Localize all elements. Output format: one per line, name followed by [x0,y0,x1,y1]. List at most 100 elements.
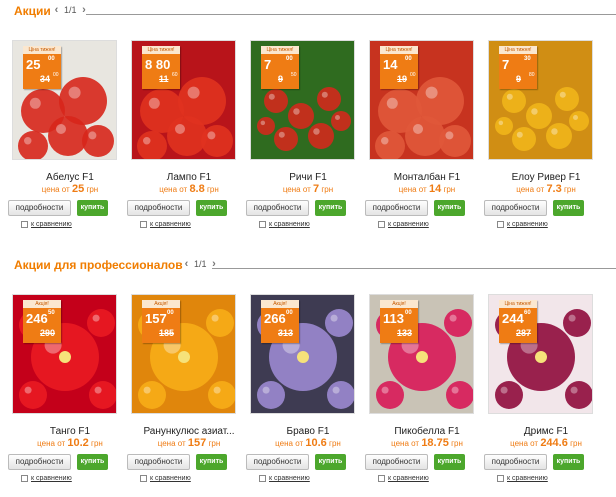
chevron-left-icon[interactable]: ‹ [182,258,191,270]
price-currency: грн [329,439,341,448]
compare-toggle[interactable]: к сравнению [497,221,548,228]
compare-checkbox[interactable] [259,475,266,482]
details-button[interactable]: подробности [484,200,547,216]
price-prefix: цена от [282,185,311,194]
price-value: 7.3 [546,183,562,195]
price-tag-new: 14 [383,57,398,72]
price-tag-old: 34 [40,74,51,84]
product-image[interactable]: Акція! 157 00 185 [131,294,236,414]
product-name[interactable]: Дримс F1 [476,426,616,437]
compare-checkbox[interactable] [140,475,147,482]
product-image[interactable]: Ціна тижня! 8 80 11 60 [131,40,236,160]
compare-label[interactable]: к сравнению [150,221,191,228]
compare-checkbox[interactable] [140,221,147,228]
price-tag-new: 246 [26,311,48,326]
product-image[interactable]: Акція! 113 00 133 [369,294,474,414]
pro-promo-section: Акции для профессионалов ‹ 1/1 › Акція! … [0,254,616,482]
product-image[interactable]: Ціна тижня! 25 00 34 00 [12,40,117,160]
compare-checkbox[interactable] [378,475,385,482]
compare-toggle[interactable]: к сравнению [259,475,310,482]
price-tag: Ціна тижня! 8 80 11 60 [142,46,180,89]
buy-button[interactable]: купить [315,200,346,216]
compare-label[interactable]: к сравнению [150,475,191,482]
compare-label[interactable]: к сравнению [388,221,429,228]
price-tag-old: 185 [159,328,175,338]
price-tag-new-kop: 50 [48,310,55,316]
details-button[interactable]: подробности [8,200,71,216]
price-tag: Ціна тижня! 14 00 19 00 [380,46,418,89]
price-tag-new-kop: 00 [286,310,293,316]
compare-toggle[interactable]: к сравнению [497,475,548,482]
compare-label[interactable]: к сравнению [269,475,310,482]
details-button[interactable]: подробности [127,200,190,216]
price-value: 10.2 [67,437,89,449]
compare-checkbox[interactable] [259,221,266,228]
details-button[interactable]: подробности [246,200,309,216]
price-tag-old: 313 [278,328,294,338]
compare-checkbox[interactable] [21,221,28,228]
compare-label[interactable]: к сравнению [269,221,310,228]
price-currency: грн [570,439,582,448]
details-button[interactable]: подробности [365,454,428,470]
buy-button[interactable]: купить [77,454,108,470]
compare-toggle[interactable]: к сравнению [21,475,72,482]
buy-button[interactable]: купить [553,200,584,216]
product-image[interactable]: Акція! 266 00 313 [250,294,355,414]
product-image[interactable]: Акція! 246 50 290 [12,294,117,414]
price-tag-new: 266 [264,311,286,326]
details-button[interactable]: подробности [127,454,190,470]
compare-toggle[interactable]: к сравнению [140,475,191,482]
buy-button[interactable]: купить [196,200,227,216]
product-name[interactable]: Елоу Ривер F1 [476,172,616,183]
compare-checkbox[interactable] [378,221,385,228]
product-image[interactable]: Ціна тижня! 7 30 9 80 [488,40,593,160]
price-tag-old-kop: 60 [172,72,178,78]
price-tag-old: 11 [159,74,169,84]
compare-toggle[interactable]: к сравнению [140,221,191,228]
compare-toggle[interactable]: к сравнению [21,221,72,228]
price-prefix: цена от [275,439,304,448]
product-image[interactable]: Ціна тижня! 14 00 19 00 [369,40,474,160]
price-tag-new-kop: 00 [167,310,174,316]
details-button[interactable]: подробности [484,454,547,470]
product-image[interactable]: Ціна тижня! 244 60 287 [488,294,593,414]
compare-label[interactable]: к сравнению [31,475,72,482]
chevron-left-icon[interactable]: ‹ [52,4,61,16]
buy-button[interactable]: купить [434,454,465,470]
section-title[interactable]: Акции для профессионалов [14,258,183,272]
buy-button[interactable]: купить [315,454,346,470]
product-price: цена от 244.6 грн [476,437,616,449]
buy-button[interactable]: купить [77,200,108,216]
price-prefix: цена от [398,185,427,194]
price-tag-label: Ціна тижня! [499,300,537,308]
details-button[interactable]: подробности [8,454,71,470]
compare-label[interactable]: к сравнению [31,221,72,228]
details-button[interactable]: подробности [246,454,309,470]
compare-checkbox[interactable] [497,475,504,482]
buy-button[interactable]: купить [196,454,227,470]
product-image[interactable]: Ціна тижня! 7 00 9 50 [250,40,355,160]
price-tag-old: 19 [397,74,408,84]
price-tag-label: Акція! [380,300,418,308]
buy-button[interactable]: купить [553,454,584,470]
price-tag-new: 157 [145,311,167,326]
compare-checkbox[interactable] [497,221,504,228]
price-prefix: цена от [516,185,545,194]
compare-label[interactable]: к сравнению [507,475,548,482]
price-currency: грн [563,185,576,194]
compare-label[interactable]: к сравнению [388,475,429,482]
compare-label[interactable]: к сравнению [507,221,548,228]
price-tag-label: Ціна тижня! [499,46,537,54]
compare-toggle[interactable]: к сравнению [259,221,310,228]
buy-button[interactable]: купить [434,200,465,216]
price-tag-new-kop: 00 [405,310,412,316]
compare-checkbox[interactable] [21,475,28,482]
compare-toggle[interactable]: к сравнению [378,221,429,228]
price-value: 10.6 [305,437,327,449]
section-title[interactable]: Акции [14,4,51,18]
details-button[interactable]: подробности [365,200,428,216]
price-tag-new: 7 [502,57,510,72]
compare-toggle[interactable]: к сравнению [378,475,429,482]
price-tag: Акція! 157 00 185 [142,300,180,343]
price-tag: Акція! 266 00 313 [261,300,299,343]
